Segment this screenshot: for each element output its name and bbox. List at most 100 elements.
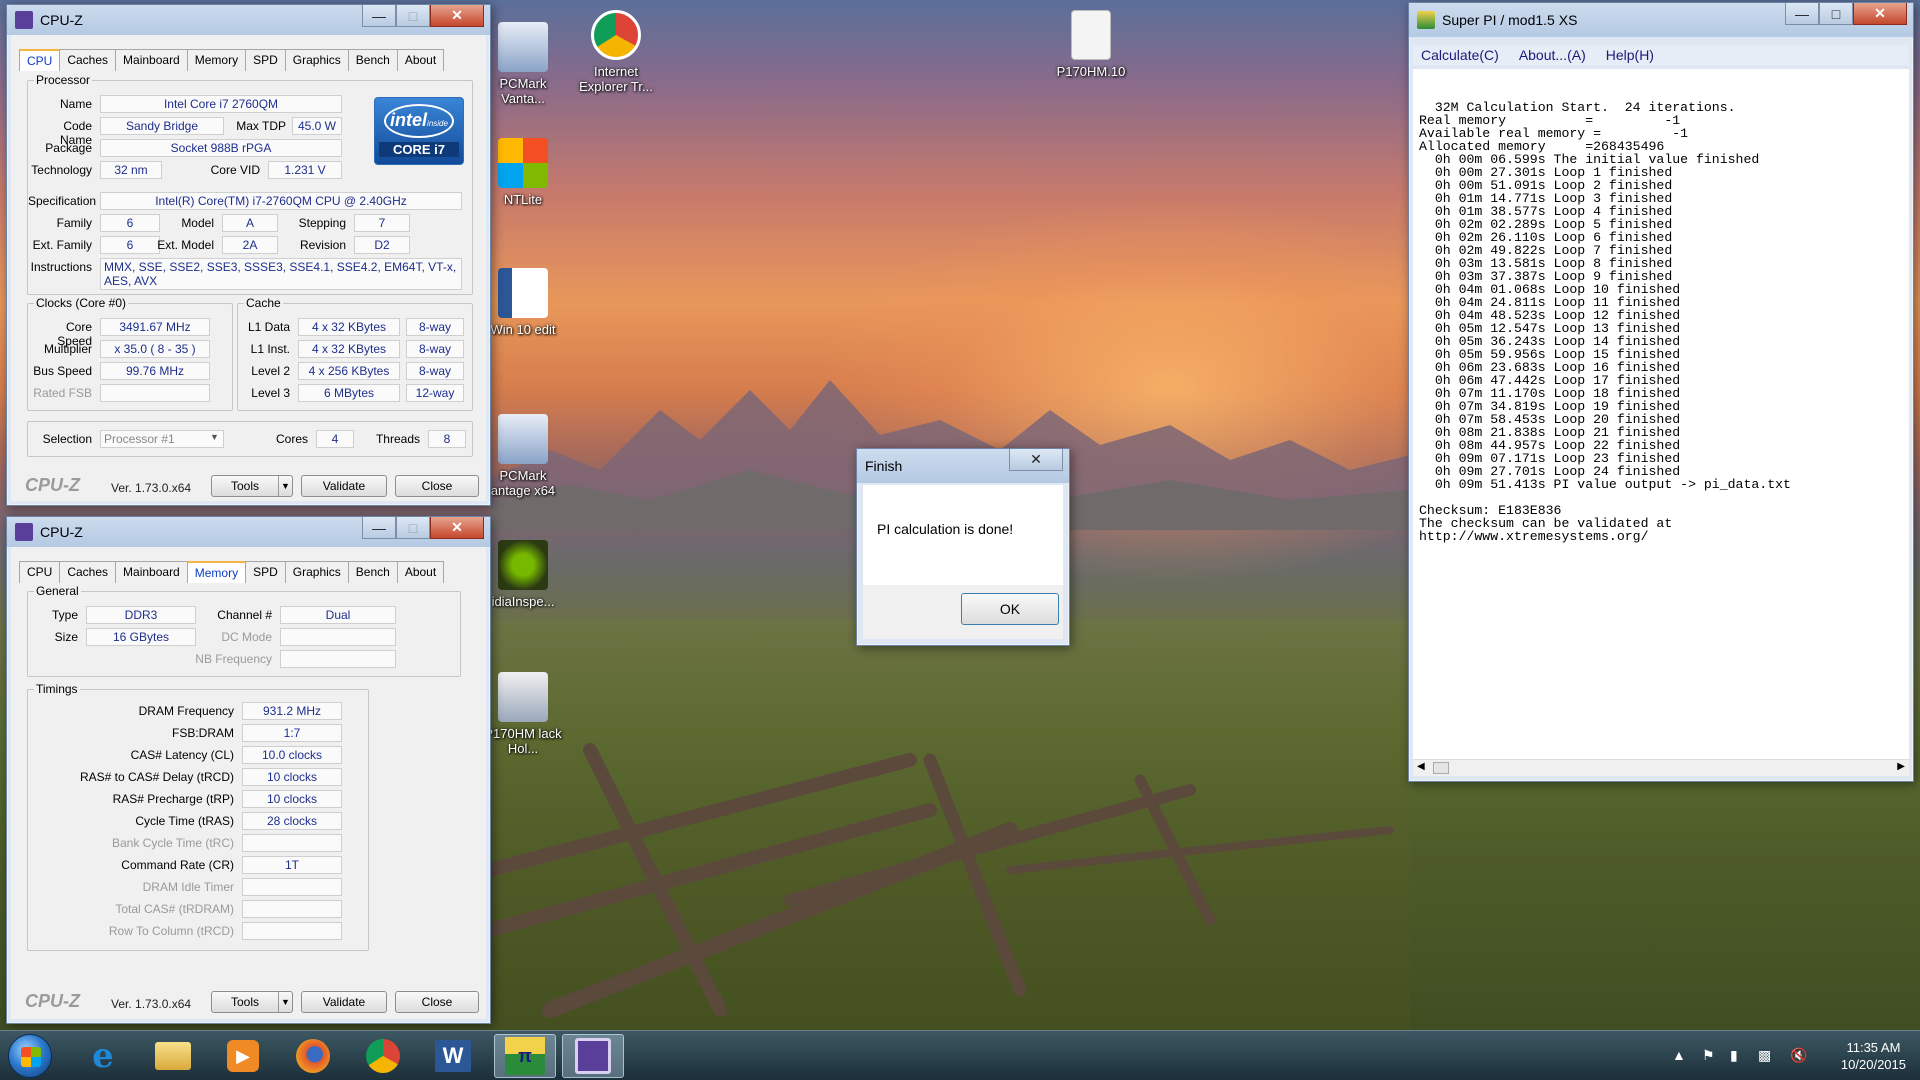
titlebar[interactable]: CPU-Z — □ ✕ <box>7 517 490 547</box>
tab-cpu[interactable]: CPU <box>19 49 61 71</box>
tab-memory[interactable]: Memory <box>186 561 247 583</box>
tab-cpu[interactable]: CPU <box>19 561 61 583</box>
tab-mainboard[interactable]: Mainboard <box>115 49 188 71</box>
dropdown-arrow-icon[interactable]: ▼ <box>278 992 292 1012</box>
finish-dialog[interactable]: Finish ✕ PI calculation is done! OK <box>856 448 1070 646</box>
timing-label: Cycle Time (tRAS) <box>135 814 234 828</box>
desktop-icon-p170hm-black-hole[interactable]: P170HM lack Hol... <box>480 672 566 756</box>
technology-label: Technology <box>31 163 92 177</box>
pcmark-icon <box>498 414 548 464</box>
cpuz-client: CPU Caches Mainboard Memory SPD Graphics… <box>11 35 486 501</box>
selection-dropdown[interactable]: Processor #1 <box>100 430 224 448</box>
memory-type-field: DDR3 <box>86 606 196 624</box>
cache-size-field: 4 x 32 KBytes <box>298 340 400 358</box>
tab-caches[interactable]: Caches <box>59 561 117 583</box>
titlebar[interactable]: Super PI / mod1.5 XS — □ ✕ <box>1409 3 1913 37</box>
tab-bench[interactable]: Bench <box>347 49 398 71</box>
dialog-title: Finish <box>865 458 903 474</box>
explorer-icon <box>155 1042 191 1070</box>
cpuz-cpu-window[interactable]: CPU-Z — □ ✕ CPU Caches Mainboard Memory … <box>6 4 491 506</box>
start-button[interactable] <box>8 1034 52 1078</box>
battery-icon[interactable]: ▮ <box>1730 1047 1738 1064</box>
specification-field: Intel(R) Core(TM) i7-2760QM CPU @ 2.40GH… <box>100 192 462 210</box>
tab-bench[interactable]: Bench <box>347 561 398 583</box>
taskbar-firefox[interactable] <box>282 1034 344 1078</box>
clock[interactable]: 11:35 AM 10/20/2015 <box>1841 1039 1906 1073</box>
size-label: Size <box>54 630 78 644</box>
desktop-icon-win10-edit[interactable]: Win 10 edit <box>480 268 566 337</box>
menu-about[interactable]: About...(A) <box>1519 47 1586 63</box>
tab-mainboard[interactable]: Mainboard <box>115 561 188 583</box>
chevron-down-icon[interactable]: ▼ <box>210 432 219 442</box>
network-icon[interactable]: ▩ <box>1758 1047 1771 1064</box>
desktop-icon-p170hm10[interactable]: P170HM.10 <box>1048 10 1134 79</box>
superpi-window[interactable]: Super PI / mod1.5 XS — □ ✕ Calculate(C) … <box>1408 2 1914 782</box>
scroll-left-icon[interactable]: ◀ <box>1417 761 1425 772</box>
close-dialog-button[interactable]: ✕ <box>1009 449 1063 471</box>
timing-value: 10 clocks <box>242 768 342 786</box>
cache-row-label: Level 3 <box>251 386 290 400</box>
titlebar[interactable]: CPU-Z — □ ✕ <box>7 5 490 35</box>
close-window-button[interactable]: ✕ <box>1853 3 1907 25</box>
selection-label: Selection <box>42 432 92 446</box>
tools-button[interactable]: Tools ▼ <box>211 475 293 497</box>
chrome-icon <box>591 10 641 60</box>
taskbar-chrome[interactable] <box>352 1034 414 1078</box>
tools-button[interactable]: Tools ▼ <box>211 991 293 1013</box>
volume-muted-icon[interactable]: 🔇 <box>1790 1047 1807 1064</box>
dropdown-arrow-icon[interactable]: ▼ <box>278 476 292 496</box>
menu-calculate[interactable]: Calculate(C) <box>1421 47 1499 63</box>
taskbar-word[interactable]: W <box>422 1034 484 1078</box>
cpuz-brand: CPU-Z <box>25 991 80 1011</box>
validate-button[interactable]: Validate <box>301 475 387 497</box>
taskbar-ie[interactable]: e <box>72 1034 134 1078</box>
minimize-button[interactable]: — <box>362 5 396 27</box>
taskbar-explorer[interactable] <box>142 1034 204 1078</box>
action-center-icon[interactable]: ⚑ <box>1702 1047 1715 1064</box>
desktop-icon-pcmark-vantage[interactable]: PCMark Vanta... <box>480 22 566 106</box>
close-button[interactable]: Close <box>395 991 479 1013</box>
cpuz-memory-window[interactable]: CPU-Z — □ ✕ CPU Caches Mainboard Memory … <box>6 516 491 1024</box>
tab-spd[interactable]: SPD <box>245 49 286 71</box>
titlebar[interactable]: Finish ✕ <box>857 449 1069 483</box>
maximize-button[interactable]: □ <box>1819 3 1853 25</box>
taskbar-media-player[interactable]: ▶ <box>212 1034 274 1078</box>
tab-spd[interactable]: SPD <box>245 561 286 583</box>
desktop-icon-ntlite[interactable]: NTLite <box>480 138 566 207</box>
minimize-button[interactable]: — <box>362 517 396 539</box>
close-button[interactable]: Close <box>395 475 479 497</box>
tab-about[interactable]: About <box>396 561 445 583</box>
tab-graphics[interactable]: Graphics <box>284 49 349 71</box>
model-field: A <box>222 214 278 232</box>
ok-button[interactable]: OK <box>961 593 1059 625</box>
chrome-icon <box>366 1039 400 1073</box>
pcmark-icon <box>498 22 548 72</box>
show-hidden-icons-icon[interactable]: ▲ <box>1672 1047 1686 1063</box>
scroll-thumb[interactable] <box>1433 762 1449 774</box>
tab-caches[interactable]: Caches <box>59 49 117 71</box>
maxtdp-label: Max TDP <box>236 119 286 133</box>
close-window-button[interactable]: ✕ <box>430 517 484 539</box>
minimize-button[interactable]: — <box>1785 3 1819 25</box>
tab-graphics[interactable]: Graphics <box>284 561 349 583</box>
package-field: Socket 988B rPGA <box>100 139 342 157</box>
validate-button[interactable]: Validate <box>301 991 387 1013</box>
tab-memory[interactable]: Memory <box>186 49 247 71</box>
taskbar-cpuz[interactable] <box>562 1034 624 1078</box>
cache-group: Cache L1 Data 4 x 32 KBytes 8-way L1 Ins… <box>237 296 473 411</box>
taskbar-superpi[interactable]: π <box>494 1034 556 1078</box>
desktop-icon-nvidia-inspector[interactable]: idiaInspe... <box>480 540 566 609</box>
desktop-icon-pcmark-vantage-x64[interactable]: PCMark antage x64 <box>480 414 566 498</box>
menu-help[interactable]: Help(H) <box>1606 47 1654 63</box>
stepping-field: 7 <box>354 214 410 232</box>
ext-family-label: Ext. Family <box>32 238 92 252</box>
timing-value: 1T <box>242 856 342 874</box>
cpuz-icon <box>575 1038 611 1074</box>
close-window-button[interactable]: ✕ <box>430 5 484 27</box>
scroll-right-icon[interactable]: ▶ <box>1897 761 1905 772</box>
desktop-icon-internet-explorer[interactable]: Internet Explorer Tr... <box>573 10 659 94</box>
horizontal-scrollbar[interactable]: ◀ ▶ <box>1413 759 1909 776</box>
cpuz-brand: CPU-Z <box>25 475 80 495</box>
tab-about[interactable]: About <box>396 49 445 71</box>
maximize-button: □ <box>396 5 430 27</box>
